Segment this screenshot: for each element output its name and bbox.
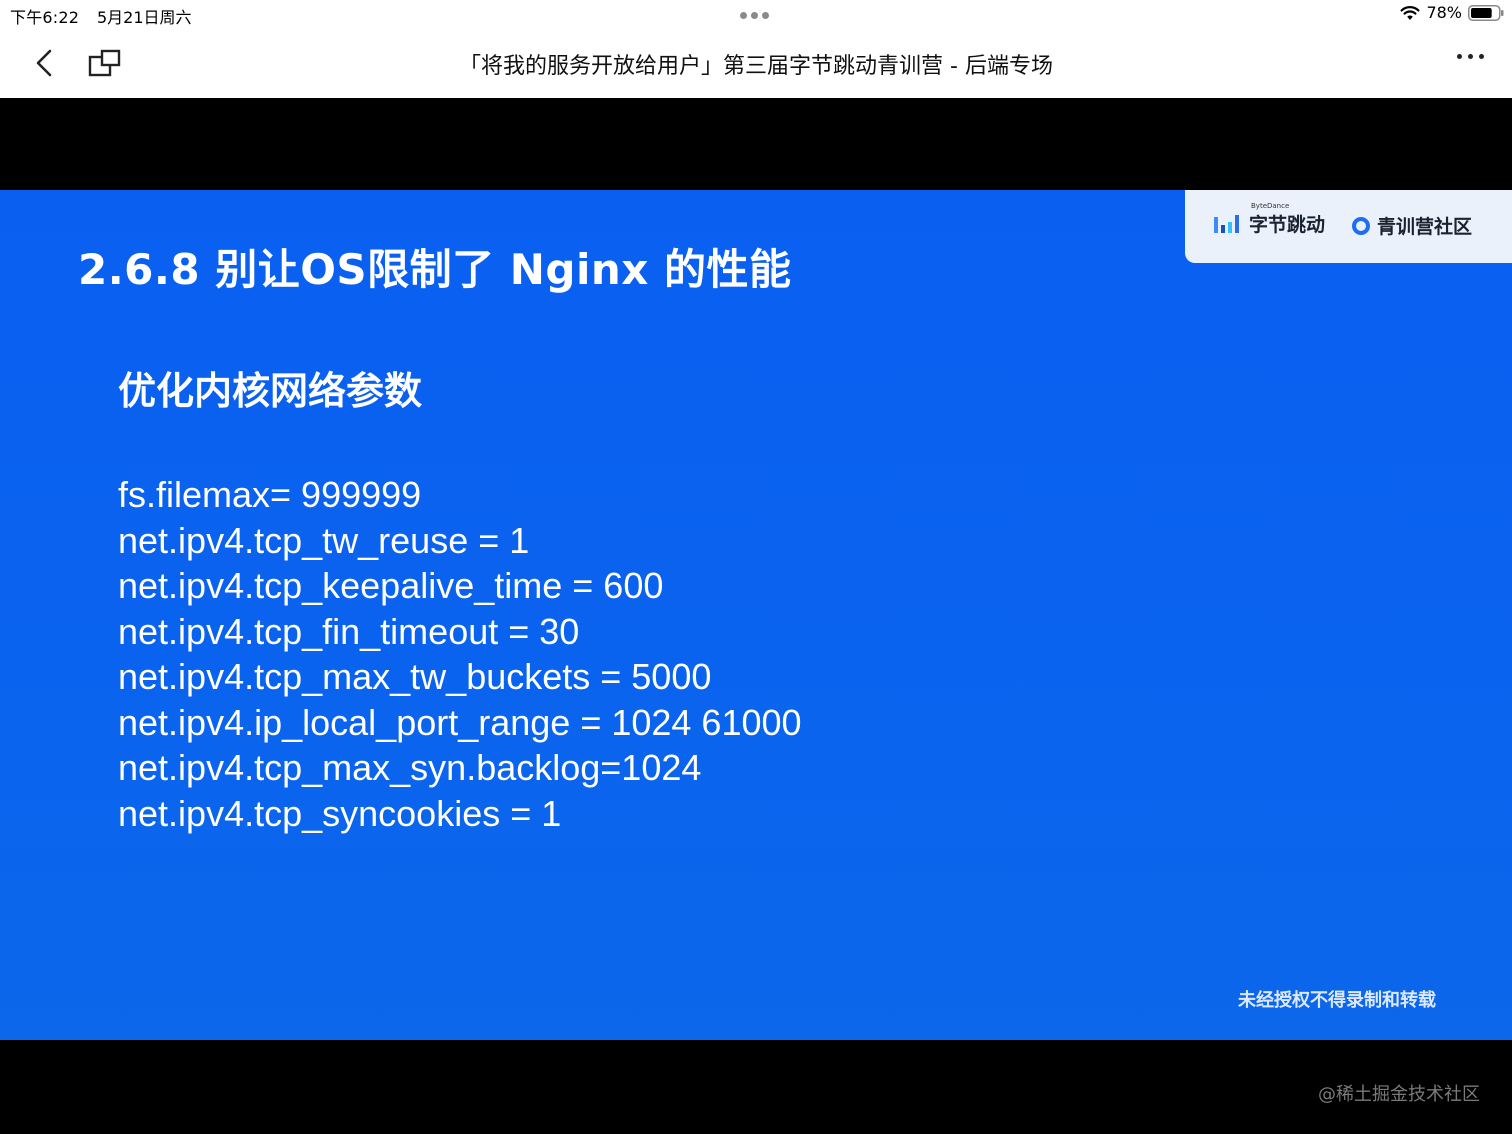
section-heading: 优化内核网络参数 — [118, 369, 423, 413]
kernel-params-list: fs.filemax= 999999 net.ipv4.tcp_tw_reuse… — [118, 472, 802, 836]
video-player[interactable]: 2.6.8 别让OS限制了 Nginx 的性能 ByteDance 字节跳动 青… — [0, 98, 1512, 1134]
bytedance-bars-icon — [1214, 214, 1239, 233]
bytedance-small-text: ByteDance — [1251, 202, 1290, 210]
watermark: @稀土掘金技术社区 — [1318, 1084, 1480, 1105]
window-icon[interactable] — [88, 48, 122, 78]
brand-badge: ByteDance 字节跳动 青训营社区 — [1185, 190, 1512, 263]
camp-ring-icon — [1352, 216, 1370, 235]
camp-logo: 青训营社区 — [1351, 212, 1472, 239]
battery-icon — [1468, 4, 1504, 21]
chevron-left-icon[interactable] — [30, 46, 60, 80]
wifi-icon — [1400, 5, 1420, 20]
param-line: net.ipv4.tcp_tw_reuse = 1 — [118, 519, 530, 561]
slide-title: 2.6.8 别让OS限制了 Nginx 的性能 — [78, 245, 792, 294]
copyright-notice: 未经授权不得录制和转载 — [1238, 990, 1436, 1011]
page-title: 「将我的服务开放给用户」第三届字节跳动青训营 - 后端专场 — [459, 54, 1053, 79]
status-bar: 下午6:22 5月21日周六 78% — [0, 0, 1512, 28]
param-line: net.ipv4.tcp_max_tw_buckets = 5000 — [118, 656, 712, 697]
param-line: net.ipv4.ip_local_port_range = 1024 6100… — [118, 701, 802, 743]
presentation-slide: 2.6.8 别让OS限制了 Nginx 的性能 ByteDance 字节跳动 青… — [0, 190, 1512, 1040]
app-root: 下午6:22 5月21日周六 78% 「将我的服务开放给用户」第三届字节跳动青训… — [0, 0, 1512, 1134]
battery-percent: 78% — [1426, 3, 1462, 22]
nav-bar: 「将我的服务开放给用户」第三届字节跳动青训营 - 后端专场 — [0, 28, 1512, 98]
status-time: 下午6:22 — [10, 8, 80, 27]
param-line: net.ipv4.tcp_max_syn.backlog=1024 — [118, 747, 702, 788]
bytedance-logo: ByteDance 字节跳动 — [1213, 202, 1326, 237]
param-line: net.ipv4.tcp_keepalive_time = 600 — [118, 565, 664, 606]
camp-name: 青训营社区 — [1377, 216, 1473, 238]
bytedance-name: 字节跳动 — [1249, 214, 1326, 236]
more-dots-icon[interactable] — [1457, 54, 1484, 59]
status-indicators: 78% — [1400, 3, 1504, 22]
param-line: fs.filemax= 999999 — [118, 474, 422, 515]
param-line: net.ipv4.tcp_syncookies = 1 — [118, 792, 562, 834]
multitasking-dots-icon[interactable] — [740, 12, 769, 19]
param-line: net.ipv4.tcp_fin_timeout = 30 — [118, 610, 580, 652]
status-date: 5月21日周六 — [97, 8, 192, 27]
